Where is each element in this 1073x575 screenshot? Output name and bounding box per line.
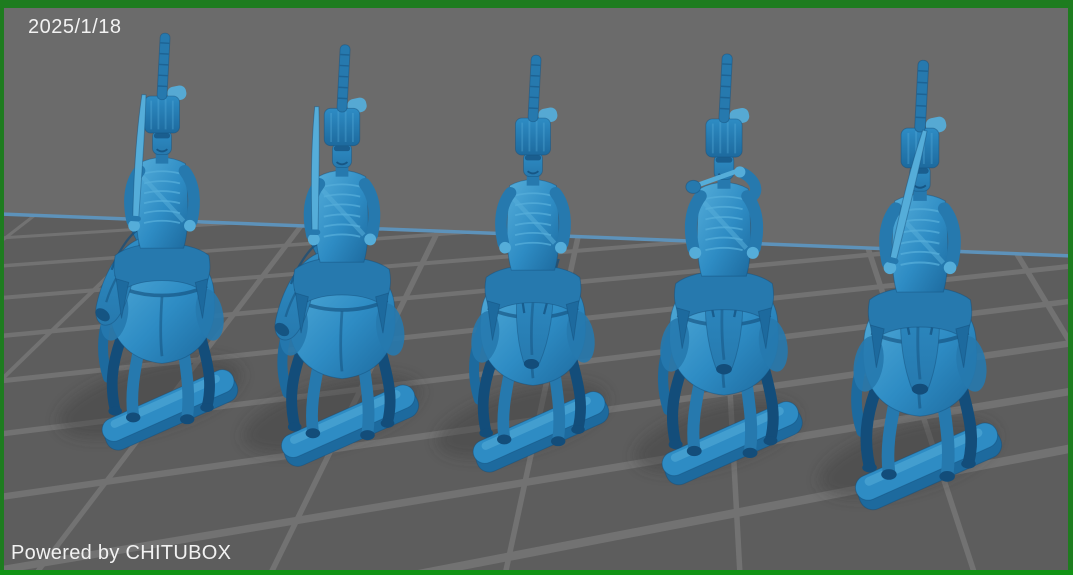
frame-border-bottom	[0, 570, 1073, 575]
frame-border-top	[0, 0, 1073, 8]
date-label: 2025/1/18	[28, 16, 121, 39]
slicer-preview-window: 2025/1/18 Powered by CHITUBOX	[0, 0, 1073, 575]
frame-border-right	[1068, 0, 1073, 575]
viewport-3d[interactable]	[0, 0, 1073, 575]
chitubox-watermark: Powered by CHITUBOX	[11, 542, 231, 565]
frame-border-left	[0, 0, 4, 575]
